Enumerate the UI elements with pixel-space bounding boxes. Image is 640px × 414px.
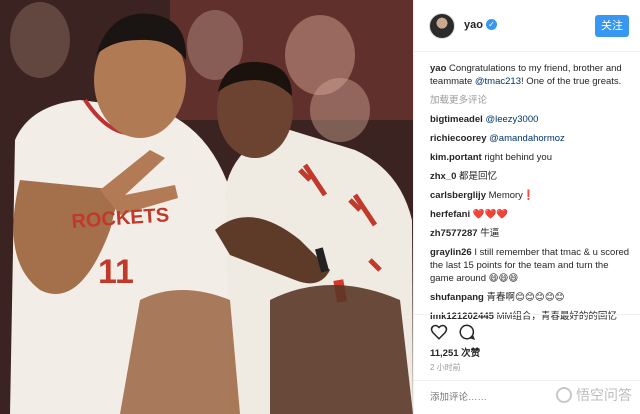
comment-username[interactable]: zhx_0	[430, 171, 456, 182]
crowd-person	[310, 78, 370, 142]
watermark-text: 悟空问答	[576, 387, 632, 403]
load-more-comments[interactable]: 加载更多评论	[430, 94, 630, 107]
comment-username[interactable]: richiecoorey	[430, 133, 487, 144]
comment-username[interactable]: carlsberglijy	[430, 190, 486, 201]
comment-text: ❤️❤️❤️	[472, 209, 509, 220]
watermark: 悟空问答	[556, 385, 632, 405]
comment-username[interactable]: lmk121202445	[430, 311, 494, 322]
comment-mention[interactable]: @leezy3000	[485, 114, 538, 125]
comment-text: 牛逼	[480, 228, 500, 239]
list-item: bigtimeadel @leezy3000	[430, 113, 630, 126]
comment-bubble-icon[interactable]	[458, 323, 476, 341]
comment-username[interactable]: shufanpang	[430, 292, 484, 303]
post-timestamp: 2 小时前	[430, 363, 461, 372]
header-username[interactable]: yao	[464, 19, 483, 31]
post-sidebar: yao ✓ 关注 yao Congratulations to my frien…	[413, 0, 640, 414]
list-item: zh7577287 牛逼	[430, 227, 630, 240]
follow-button[interactable]: 关注	[595, 15, 629, 37]
crowd-person	[10, 2, 70, 78]
comment-text: MM组合，青春最好的的回忆	[496, 311, 617, 322]
jersey-number: 11	[98, 253, 134, 291]
action-bar	[414, 314, 640, 340]
post-header: yao ✓ 关注	[414, 0, 640, 52]
heart-outline-icon[interactable]	[430, 323, 448, 341]
avatar[interactable]	[429, 13, 455, 39]
comment-mention[interactable]: @amandahormoz	[489, 133, 565, 144]
list-item: zhx_0 都是回忆	[430, 170, 630, 183]
post-photo[interactable]: ROCKETS 11	[0, 0, 413, 414]
verified-check-icon: ✓	[486, 19, 497, 30]
list-item: kim.portant right behind you	[430, 151, 630, 164]
comment-input[interactable]	[430, 389, 540, 405]
comment-username[interactable]: zh7577287	[430, 228, 478, 239]
caption-username[interactable]: yao	[430, 63, 446, 74]
list-item: shufanpang 青春啊😊😊😊😊😊	[430, 291, 630, 304]
list-item: carlsberglijy Memory❗️	[430, 189, 630, 202]
comment-list: yao Congratulations to my friend, brothe…	[430, 62, 630, 332]
like-count[interactable]: 11,251 次赞	[430, 345, 480, 359]
list-item: graylin26 I still remember that tmac & u…	[430, 246, 630, 285]
caption-text-end: ! One of the true greats.	[520, 76, 622, 87]
comment-username[interactable]: herfefani	[430, 209, 470, 220]
comment-username[interactable]: bigtimeadel	[430, 114, 483, 125]
photo-illustration: ROCKETS 11	[0, 0, 413, 414]
comment-text: Memory❗️	[488, 190, 535, 201]
list-item: herfefani ❤️❤️❤️	[430, 208, 630, 221]
post-caption: yao Congratulations to my friend, brothe…	[430, 62, 630, 88]
comment-text: 都是回忆	[459, 171, 498, 182]
wukong-logo-icon	[556, 387, 572, 403]
comment-text: right behind you	[484, 152, 552, 163]
comment-text: 青春啊😊😊😊😊😊	[486, 292, 565, 303]
comment-username[interactable]: kim.portant	[430, 152, 482, 163]
list-item: richiecoorey @amandahormoz	[430, 132, 630, 145]
caption-mention[interactable]: @tmac213	[475, 76, 521, 87]
comment-username[interactable]: graylin26	[430, 247, 472, 258]
